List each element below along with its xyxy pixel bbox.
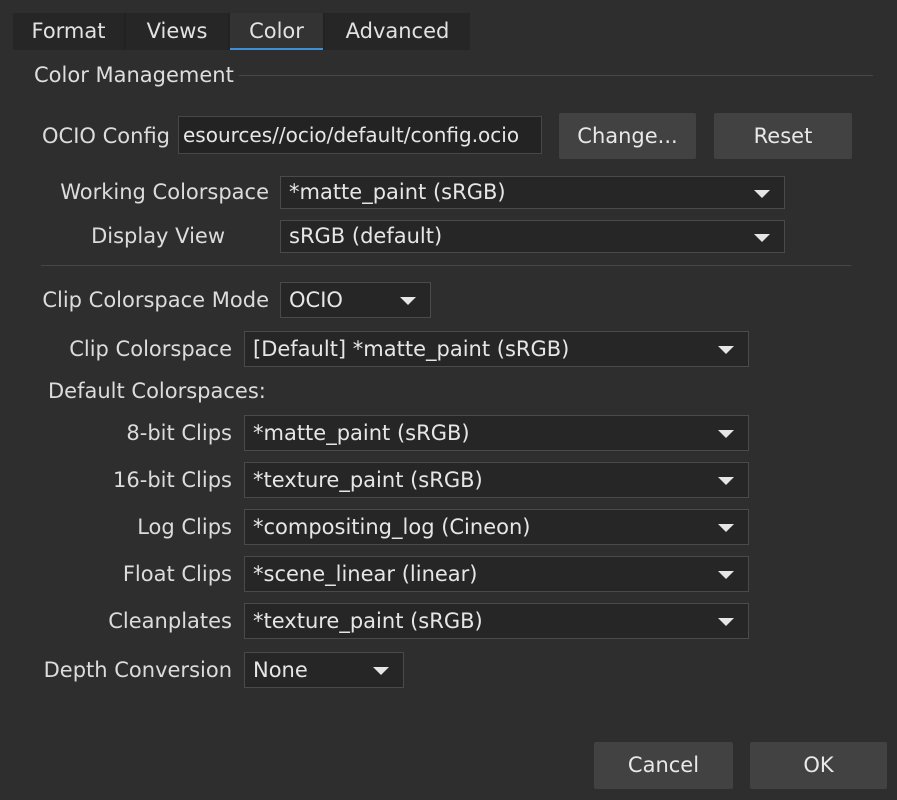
depth-conversion-label: Depth Conversion	[43, 658, 232, 682]
depth-conversion-dropdown[interactable]: None	[244, 652, 404, 688]
cancel-button[interactable]: Cancel	[594, 742, 733, 789]
section-divider	[239, 75, 873, 76]
display-view-dropdown[interactable]: sRGB (default)	[280, 220, 785, 253]
chevron-down-icon	[718, 618, 734, 626]
chevron-down-icon	[718, 477, 734, 485]
clip-colorspace-label: Clip Colorspace	[69, 337, 232, 361]
working-colorspace-value: *matte_paint (sRGB)	[289, 180, 506, 204]
16bit-clips-label: 16-bit Clips	[113, 468, 232, 492]
chevron-down-icon	[718, 430, 734, 438]
tab-views[interactable]: Views	[126, 13, 228, 50]
cleanplates-label: Cleanplates	[108, 609, 232, 633]
display-view-value: sRGB (default)	[289, 224, 443, 248]
16bit-clips-dropdown[interactable]: *texture_paint (sRGB)	[244, 462, 749, 498]
8bit-clips-label: 8-bit Clips	[126, 421, 232, 445]
8bit-clips-value: *matte_paint (sRGB)	[253, 421, 470, 445]
chevron-down-icon	[373, 667, 389, 675]
divider	[41, 265, 851, 266]
log-clips-dropdown[interactable]: *compositing_log (Cineon)	[244, 509, 749, 545]
chevron-down-icon	[718, 571, 734, 579]
16bit-clips-value: *texture_paint (sRGB)	[253, 468, 483, 492]
log-clips-label: Log Clips	[137, 515, 232, 539]
chevron-down-icon	[718, 346, 734, 354]
section-title: Color Management	[34, 63, 234, 87]
8bit-clips-dropdown[interactable]: *matte_paint (sRGB)	[244, 415, 749, 451]
log-clips-value: *compositing_log (Cineon)	[253, 515, 531, 539]
chevron-down-icon	[754, 233, 770, 242]
default-colorspaces-heading: Default Colorspaces:	[48, 379, 266, 403]
float-clips-label: Float Clips	[122, 562, 232, 586]
ocio-config-label: OCIO Config	[42, 124, 170, 148]
depth-conversion-value: None	[253, 658, 308, 682]
cleanplates-dropdown[interactable]: *texture_paint (sRGB)	[244, 603, 749, 639]
tab-color[interactable]: Color	[230, 13, 323, 50]
tab-format[interactable]: Format	[13, 13, 124, 50]
display-view-label: Display View	[91, 224, 225, 248]
change-button[interactable]: Change...	[559, 113, 696, 159]
clip-colorspace-value: [Default] *matte_paint (sRGB)	[253, 337, 570, 361]
working-colorspace-label: Working Colorspace	[60, 180, 269, 204]
tab-bar: Format Views Color Advanced	[13, 13, 470, 50]
clip-colorspace-mode-label: Clip Colorspace Mode	[42, 288, 269, 312]
chevron-down-icon	[400, 297, 416, 305]
chevron-down-icon	[718, 524, 734, 532]
reset-button[interactable]: Reset	[714, 113, 852, 159]
float-clips-value: *scene_linear (linear)	[253, 562, 478, 586]
clip-colorspace-mode-dropdown[interactable]: OCIO	[280, 282, 431, 318]
working-colorspace-dropdown[interactable]: *matte_paint (sRGB)	[280, 176, 785, 209]
ocio-config-path-field[interactable]: esources//ocio/default/config.ocio	[178, 116, 542, 154]
cleanplates-value: *texture_paint (sRGB)	[253, 609, 483, 633]
clip-colorspace-dropdown[interactable]: [Default] *matte_paint (sRGB)	[244, 331, 749, 367]
tab-advanced[interactable]: Advanced	[325, 13, 470, 50]
chevron-down-icon	[754, 189, 770, 198]
clip-colorspace-mode-value: OCIO	[289, 288, 343, 312]
ok-button[interactable]: OK	[750, 742, 887, 789]
float-clips-dropdown[interactable]: *scene_linear (linear)	[244, 556, 749, 592]
